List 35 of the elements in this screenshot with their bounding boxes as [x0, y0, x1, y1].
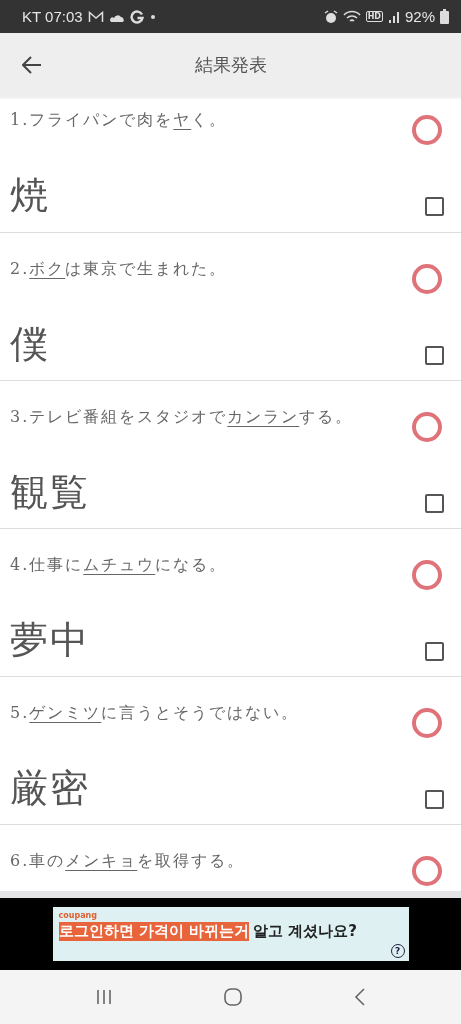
wifi-icon [342, 9, 361, 24]
checkbox[interactable] [425, 790, 444, 809]
back-arrow-icon [22, 56, 42, 74]
question-text: 6.車の メンキョ を取得する。 [10, 850, 246, 872]
answer-text: 厳密 [10, 765, 90, 812]
battery-percent: 92% [404, 8, 435, 25]
answer-text: 焼 [10, 172, 50, 219]
answer-text: 観覧 [10, 469, 90, 516]
status-time: KT 07:03 [22, 8, 83, 25]
checkbox[interactable] [425, 494, 444, 513]
signal-icon [387, 10, 400, 23]
battery-icon [440, 9, 449, 24]
g-icon [129, 9, 144, 24]
rounded-square-icon [223, 987, 244, 1007]
ad-banner[interactable]: coupang 로그인하면 가격이 바뀌는거 알고 계셨나요? ? [52, 907, 409, 961]
three-lines-icon [95, 989, 114, 1005]
answer-text: 夢中 [10, 617, 90, 664]
question-text: 2.ボク は東京で生まれた。 [10, 258, 228, 280]
ad-text: 알고 계셨나요? [252, 922, 357, 941]
ad-brand: coupang [58, 911, 98, 920]
alarm-icon [323, 9, 338, 24]
question-text: 5.ゲンミツ に言うとそうではない。 [10, 702, 300, 724]
ad-highlight-text: 로그인하면 가격이 바뀌는거 [58, 922, 249, 941]
checkbox[interactable] [425, 642, 444, 661]
dot-icon [148, 12, 157, 21]
question-text: 3.テレビ番組をスタジオでカンランする。 [10, 406, 354, 428]
hd-badge: HD [365, 11, 383, 22]
question-text: 4.仕事に ムチュウ になる。 [10, 554, 228, 576]
question-text: 1.フライパンで肉を ヤ く。 [10, 109, 228, 131]
screen-title: 結果発表 [194, 53, 267, 77]
checkbox[interactable] [425, 346, 444, 365]
answer-text: 僕 [10, 321, 50, 368]
chevron-left-icon [353, 987, 366, 1007]
checkbox[interactable] [425, 197, 444, 216]
mail-icon [87, 10, 104, 23]
